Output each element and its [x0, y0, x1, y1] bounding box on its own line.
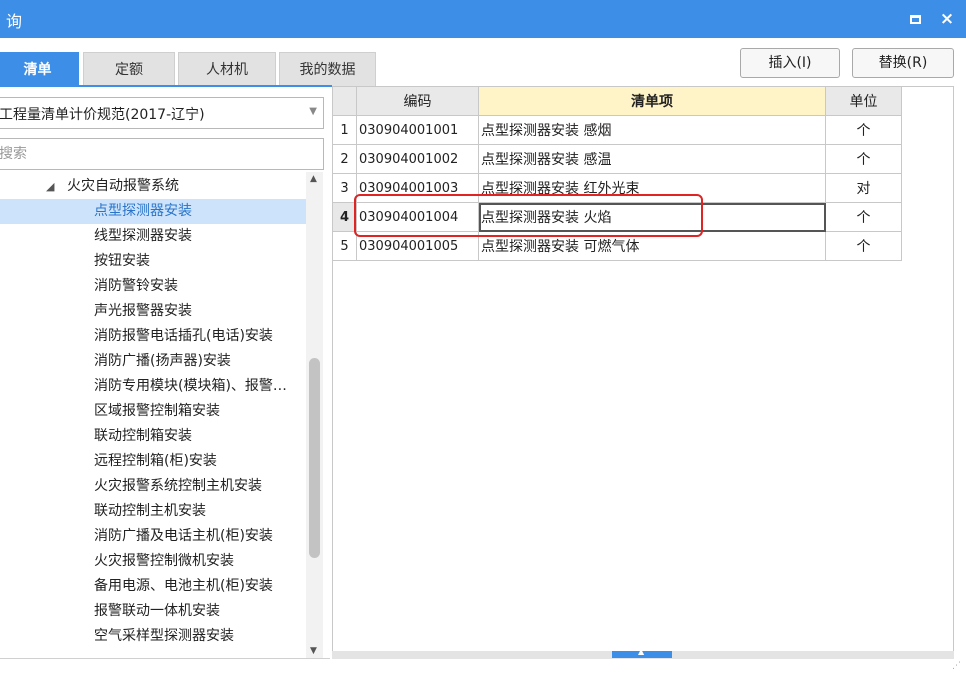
tree-item-label: 联动控制箱安装 — [94, 428, 192, 444]
table-row[interactable]: 1 030904001001 点型探测器安装 感烟 个 — [332, 115, 902, 145]
cell-name[interactable]: 点型探测器安装 感温 — [478, 144, 826, 174]
restore-icon[interactable] — [906, 9, 926, 29]
tree-item[interactable]: 区域报警控制箱安装 — [0, 399, 306, 424]
replace-button[interactable]: 替换(R) — [852, 48, 954, 78]
table-row-current[interactable]: 4 030904001004 点型探测器安装 火焰 个 — [332, 202, 902, 232]
tree-item-label: 消防专用模块(模块箱)、报警… — [94, 378, 287, 394]
grid-horizontal-scrollbar[interactable]: ▲ — [332, 647, 954, 659]
cell-code[interactable]: 030904001005 — [356, 231, 479, 261]
tree-item[interactable]: 按钮安装 — [0, 249, 306, 274]
tree-node-parent[interactable]: ◢ 火灾自动报警系统 — [0, 174, 306, 199]
scroll-up-icon[interactable]: ▲ — [310, 174, 317, 184]
cell-unit[interactable]: 个 — [825, 115, 902, 145]
cell-name[interactable]: 点型探测器安装 红外光束 — [478, 173, 826, 203]
table-row[interactable]: 2 030904001002 点型探测器安装 感温 个 — [332, 144, 902, 174]
tree-item[interactable]: 远程控制箱(柜)安装 — [0, 449, 306, 474]
tree-item-label: 空气采样型探测器安装 — [94, 628, 234, 644]
tree-item-label: 区域报警控制箱安装 — [94, 403, 220, 419]
cell-name[interactable]: 点型探测器安装 火焰 — [478, 202, 826, 232]
close-icon[interactable]: × — [937, 9, 957, 29]
row-index: 1 — [332, 115, 357, 145]
table-row[interactable]: 5 030904001005 点型探测器安装 可燃气体 个 — [332, 231, 902, 261]
cell-code[interactable]: 030904001002 — [356, 144, 479, 174]
cell-unit[interactable]: 个 — [825, 202, 902, 232]
tree-item[interactable]: 火灾报警控制微机安装 — [0, 549, 306, 574]
tree-item-label: 火灾报警系统控制主机安装 — [94, 478, 262, 494]
tree-item-label: 消防报警电话插孔(电话)安装 — [94, 328, 273, 344]
row-index: 3 — [332, 173, 357, 203]
scrollbar-thumb[interactable] — [309, 358, 320, 558]
header-name[interactable]: 清单项 — [478, 86, 826, 116]
header-index — [332, 86, 357, 116]
tree-item-label: 按钮安装 — [94, 253, 150, 269]
row-index: 2 — [332, 144, 357, 174]
tree-item[interactable]: 火灾报警系统控制主机安装 — [0, 474, 306, 499]
tree-item[interactable]: 空气采样型探测器安装 — [0, 624, 306, 649]
cell-unit[interactable]: 对 — [825, 173, 902, 203]
tree-item-label: 线型探测器安装 — [94, 228, 192, 244]
tree-item[interactable]: 报警联动一体机安装 — [0, 599, 306, 624]
tree-item-label: 消防警铃安装 — [94, 278, 178, 294]
tab-materials[interactable]: 人材机 — [178, 52, 276, 86]
cell-code[interactable]: 030904001003 — [356, 173, 479, 203]
cell-unit[interactable]: 个 — [825, 144, 902, 174]
row-index: 5 — [332, 231, 357, 261]
chevron-down-icon[interactable]: ▼ — [309, 106, 317, 117]
divider — [0, 658, 330, 659]
tree-item-label: 声光报警器安装 — [94, 303, 192, 319]
tab-bill[interactable]: 清单 — [0, 52, 79, 86]
tree-item-label: 联动控制主机安装 — [94, 503, 206, 519]
tree-item[interactable]: 消防广播(扬声器)安装 — [0, 349, 306, 374]
bill-items-table: 编码 清单项 单位 1 030904001001 点型探测器安装 感烟 个 2 … — [332, 86, 902, 261]
cell-code[interactable]: 030904001004 — [356, 202, 479, 232]
window-title: 询 — [6, 12, 23, 31]
category-tree: ◢ 火灾自动报警系统 点型探测器安装 线型探测器安装 按钮安装 消防警铃安装 声… — [0, 174, 308, 660]
tree-item[interactable]: 消防警铃安装 — [0, 274, 306, 299]
category-tabs: 清单 定额 人材机 我的数据 — [0, 52, 380, 86]
cell-name[interactable]: 点型探测器安装 可燃气体 — [478, 231, 826, 261]
chevron-up-icon: ▲ — [638, 647, 645, 656]
spec-select-value: 工程量清单计价规范(2017-辽宁) — [0, 107, 205, 123]
tree-item[interactable]: 备用电源、电池主机(柜)安装 — [0, 574, 306, 599]
tree-item-label: 报警联动一体机安装 — [94, 603, 220, 619]
cell-name[interactable]: 点型探测器安装 感烟 — [478, 115, 826, 145]
scrollbar-grip[interactable]: ▲ — [612, 647, 672, 658]
title-bar: 询 × — [0, 0, 966, 38]
resize-grip-icon[interactable]: ⋰ — [952, 661, 962, 671]
tree-item[interactable]: 消防广播及电话主机(柜)安装 — [0, 524, 306, 549]
tree-item-label: 点型探测器安装 — [94, 203, 192, 219]
cell-unit[interactable]: 个 — [825, 231, 902, 261]
tree-item-label: 火灾报警控制微机安装 — [94, 553, 234, 569]
search-input[interactable] — [0, 139, 323, 169]
tree-vertical-scrollbar[interactable]: ▲ ▼ — [306, 172, 323, 658]
header-unit[interactable]: 单位 — [825, 86, 902, 116]
table-header-row: 编码 清单项 单位 — [332, 86, 902, 116]
table-row[interactable]: 3 030904001003 点型探测器安装 红外光束 对 — [332, 173, 902, 203]
spec-select[interactable]: 工程量清单计价规范(2017-辽宁) ▼ — [0, 97, 324, 129]
tree-item[interactable]: 消防报警电话插孔(电话)安装 — [0, 324, 306, 349]
tree-item[interactable]: 联动控制主机安装 — [0, 499, 306, 524]
scroll-down-icon[interactable]: ▼ — [310, 646, 317, 656]
tab-my-data[interactable]: 我的数据 — [279, 52, 376, 86]
tabs-underline — [0, 85, 332, 87]
cell-code[interactable]: 030904001001 — [356, 115, 479, 145]
tab-quota[interactable]: 定额 — [83, 52, 175, 86]
tree-item-label: 消防广播(扬声器)安装 — [94, 353, 231, 369]
header-code[interactable]: 编码 — [356, 86, 479, 116]
tree-item-selected[interactable]: 点型探测器安装 — [0, 199, 306, 224]
row-index: 4 — [332, 202, 357, 232]
tree-item-label: 远程控制箱(柜)安装 — [94, 453, 217, 469]
tree-item[interactable]: 联动控制箱安装 — [0, 424, 306, 449]
insert-button[interactable]: 插入(I) — [740, 48, 840, 78]
search-field[interactable] — [0, 138, 324, 170]
tree-item-label: 消防广播及电话主机(柜)安装 — [94, 528, 273, 544]
tree-item[interactable]: 声光报警器安装 — [0, 299, 306, 324]
tree-item-label: 备用电源、电池主机(柜)安装 — [94, 578, 273, 594]
tree-node-label: 火灾自动报警系统 — [67, 178, 179, 194]
tree-item[interactable]: 线型探测器安装 — [0, 224, 306, 249]
tree-item[interactable]: 消防专用模块(模块箱)、报警… — [0, 374, 306, 399]
caret-down-icon[interactable]: ◢ — [46, 174, 54, 199]
